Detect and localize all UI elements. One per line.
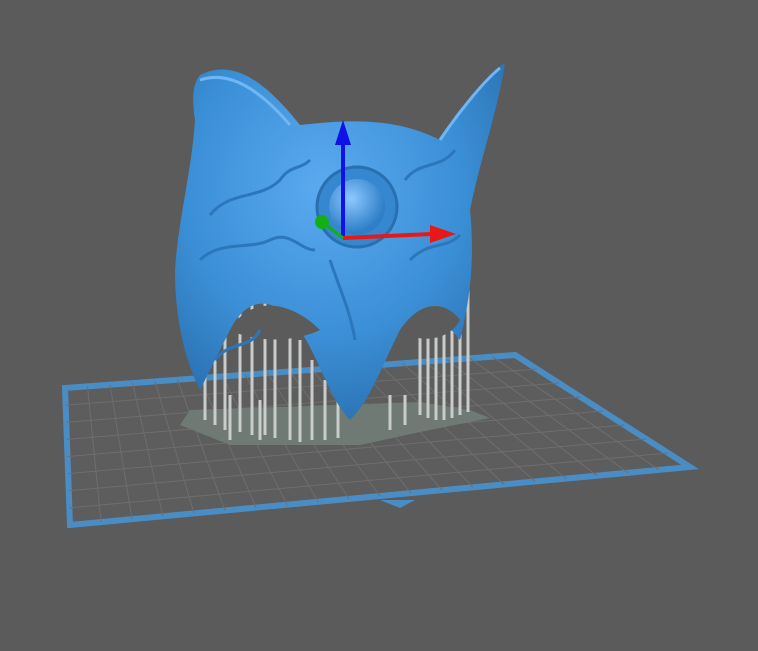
y-axis-handle-icon[interactable] bbox=[315, 215, 329, 229]
plate-front-marker-icon bbox=[380, 500, 415, 508]
scene bbox=[61, 63, 699, 529]
3d-viewport[interactable] bbox=[0, 0, 758, 647]
